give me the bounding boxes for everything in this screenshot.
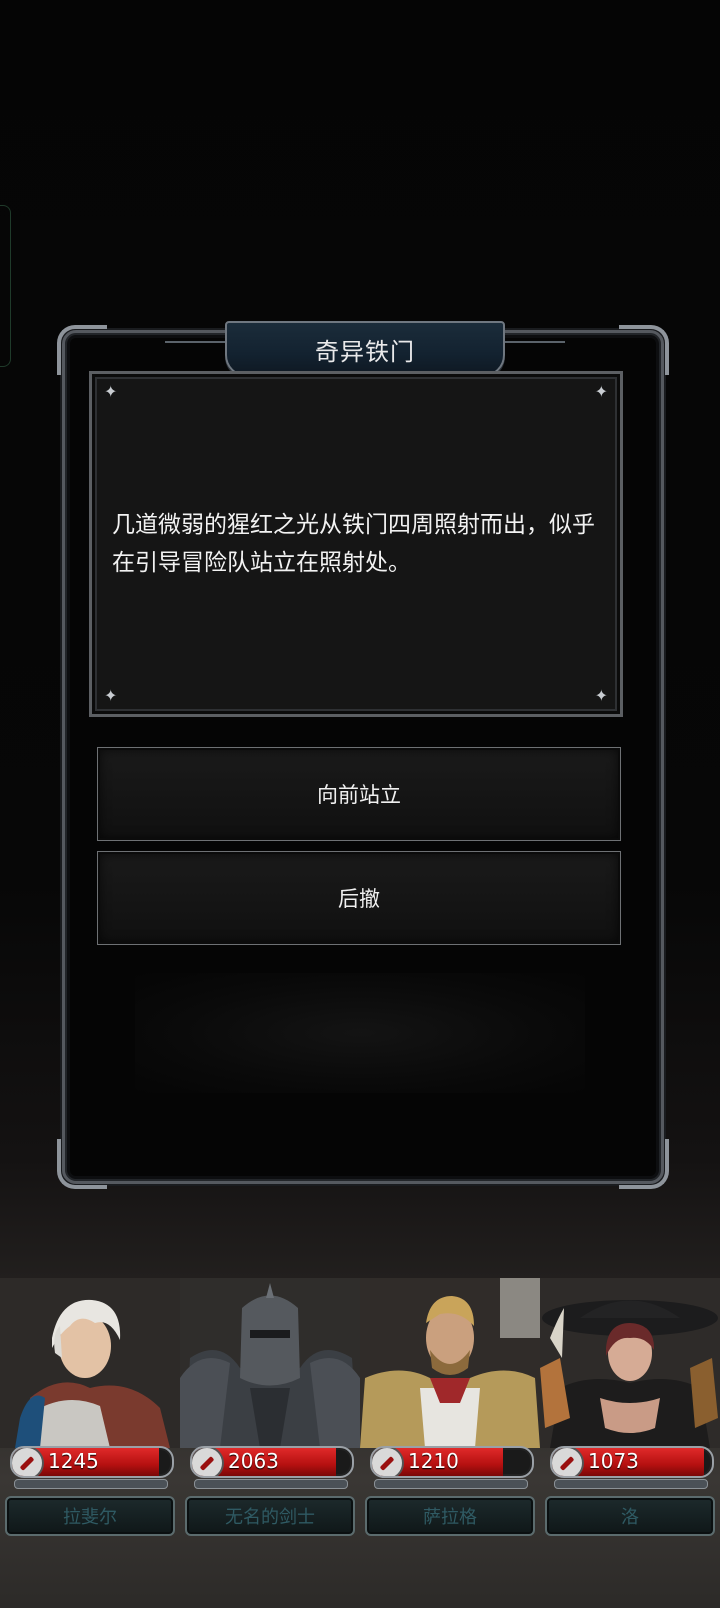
hero-name-plate: 拉斐尔 [5,1496,175,1536]
event-description: 几道微弱的猩红之光从铁门四周照射而出，似乎在引导冒险队站立在照射处。 [112,512,595,576]
hero-portrait [0,1278,180,1448]
description-box: ✦ ✦ ✦ ✦ 几道微弱的猩红之光从铁门四周照射而出，似乎在引导冒险队站立在照射… [89,371,623,717]
choice-label: 后撤 [338,887,380,911]
ornament-corner-top-left [57,325,107,375]
side-edge-decoration [0,205,11,367]
hero-name-plate: 萨拉格 [365,1496,535,1536]
choice-label: 向前站立 [317,783,401,807]
event-panel: 奇异铁门 ✦ ✦ ✦ ✦ 几道微弱的猩红之光从铁门四周照射而出，似乎在引导冒险队… [57,321,669,1189]
sparkle-icon: ✦ [594,686,608,705]
panel-background-texture [135,973,585,1093]
hp-bar: 1073 [550,1446,714,1478]
hero-name: 拉斐尔 [63,1507,117,1528]
sparkle-icon: ✦ [594,382,608,401]
hp-bar: 1245 [10,1446,174,1478]
hp-value: 2063 [228,1449,279,1473]
party-member-card[interactable]: 1210 萨拉格 [360,1278,540,1538]
hero-name-plate: 无名的剑士 [185,1496,355,1536]
title-plate: 奇异铁门 [165,321,565,377]
event-title: 奇异铁门 [315,337,415,366]
game-screen: 奇异铁门 ✦ ✦ ✦ ✦ 几道微弱的猩红之光从铁门四周照射而出，似乎在引导冒险队… [0,0,720,1608]
hp-bar: 1210 [370,1446,534,1478]
hp-bar: 2063 [190,1446,354,1478]
hero-portrait [360,1278,540,1448]
party-member-card[interactable]: 2063 无名的剑士 [180,1278,360,1538]
secondary-bar [194,1479,348,1489]
sparkle-icon: ✦ [104,686,118,705]
party-member-card[interactable]: 1245 拉斐尔 [0,1278,180,1538]
hero-name: 洛 [621,1507,639,1528]
hp-value: 1210 [408,1449,459,1473]
hero-portrait [540,1278,720,1448]
party-bar: 1245 拉斐尔 2063 无名的剑士 1210 萨拉格 1073 洛 [0,1278,720,1538]
sword-icon [552,1448,584,1476]
hero-name: 无名的剑士 [225,1507,315,1528]
sparkle-icon: ✦ [104,382,118,401]
ornament-corner-top-right [619,325,669,375]
hero-name-plate: 洛 [545,1496,715,1536]
secondary-bar [14,1479,168,1489]
sword-icon [372,1448,404,1476]
secondary-bar [374,1479,528,1489]
choice-button-retreat[interactable]: 后撤 [97,851,621,945]
party-member-card[interactable]: 1073 洛 [540,1278,720,1538]
ornament-corner-bottom-left [57,1139,107,1189]
hero-portrait [180,1278,360,1448]
hp-value: 1245 [48,1449,99,1473]
hp-value: 1073 [588,1449,639,1473]
choice-button-stand-forward[interactable]: 向前站立 [97,747,621,841]
ornament-corner-bottom-right [619,1139,669,1189]
hero-name: 萨拉格 [423,1507,477,1528]
sword-icon [192,1448,224,1476]
sword-icon [12,1448,44,1476]
secondary-bar [554,1479,708,1489]
